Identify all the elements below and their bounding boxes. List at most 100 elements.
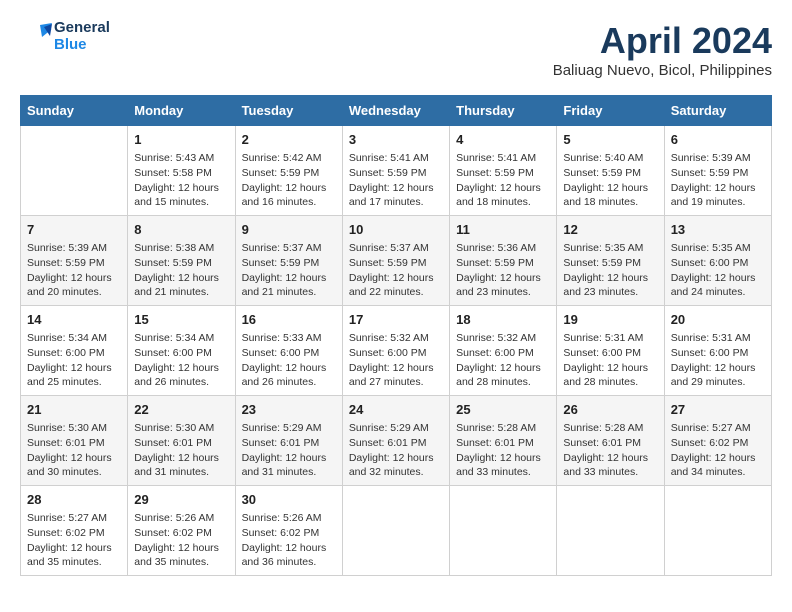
day-info: Sunrise: 5:30 AM Sunset: 6:01 PM Dayligh… <box>27 421 121 480</box>
cell-w5-d7 <box>664 486 771 576</box>
main-title: April 2024 <box>553 20 772 62</box>
calendar-table: Sunday Monday Tuesday Wednesday Thursday… <box>20 95 772 576</box>
cell-w1-d1 <box>21 126 128 216</box>
day-number: 1 <box>134 131 228 149</box>
cell-w2-d3: 9 Sunrise: 5:37 AM Sunset: 5:59 PM Daylig… <box>235 216 342 306</box>
cell-w4-d6: 26 Sunrise: 5:28 AM Sunset: 6:01 PM Dayli… <box>557 396 664 486</box>
cell-w1-d4: 3 Sunrise: 5:41 AM Sunset: 5:59 PM Daylig… <box>342 126 449 216</box>
cell-w4-d2: 22 Sunrise: 5:30 AM Sunset: 6:01 PM Dayli… <box>128 396 235 486</box>
cell-w5-d6 <box>557 486 664 576</box>
cell-w2-d7: 13 Sunrise: 5:35 AM Sunset: 6:00 PM Dayli… <box>664 216 771 306</box>
day-info: Sunrise: 5:33 AM Sunset: 6:00 PM Dayligh… <box>242 331 336 390</box>
day-info: Sunrise: 5:26 AM Sunset: 6:02 PM Dayligh… <box>134 511 228 570</box>
day-number: 3 <box>349 131 443 149</box>
cell-w4-d4: 24 Sunrise: 5:29 AM Sunset: 6:01 PM Dayli… <box>342 396 449 486</box>
day-number: 27 <box>671 401 765 419</box>
header-wednesday: Wednesday <box>342 96 449 126</box>
cell-w2-d4: 10Sunrise: 5:37 AM Sunset: 5:59 PM Dayli… <box>342 216 449 306</box>
header-saturday: Saturday <box>664 96 771 126</box>
day-info: Sunrise: 5:29 AM Sunset: 6:01 PM Dayligh… <box>349 421 443 480</box>
cell-w1-d5: 4 Sunrise: 5:41 AM Sunset: 5:59 PM Daylig… <box>450 126 557 216</box>
cell-w3-d3: 16 Sunrise: 5:33 AM Sunset: 6:00 PM Dayli… <box>235 306 342 396</box>
cell-w3-d6: 19 Sunrise: 5:31 AM Sunset: 6:00 PM Dayli… <box>557 306 664 396</box>
day-info: Sunrise: 5:32 AM Sunset: 6:00 PM Dayligh… <box>456 331 550 390</box>
day-info: Sunrise: 5:28 AM Sunset: 6:01 PM Dayligh… <box>456 421 550 480</box>
title-area: April 2024 Baliuag Nuevo, Bicol, Philipp… <box>553 20 772 79</box>
day-number: 24 <box>349 401 443 419</box>
cell-w5-d2: 29 Sunrise: 5:26 AM Sunset: 6:02 PM Dayli… <box>128 486 235 576</box>
day-info: Sunrise: 5:29 AM Sunset: 6:01 PM Dayligh… <box>242 421 336 480</box>
day-number: 28 <box>27 491 121 509</box>
day-info: Sunrise: 5:41 AM Sunset: 5:59 PM Dayligh… <box>456 151 550 210</box>
day-info: Sunrise: 5:35 AM Sunset: 5:59 PM Dayligh… <box>563 241 657 300</box>
day-number: 16 <box>242 311 336 329</box>
cell-w2-d2: 8Sunrise: 5:38 AM Sunset: 5:59 PM Daylig… <box>128 216 235 306</box>
cell-w4-d3: 23 Sunrise: 5:29 AM Sunset: 6:01 PM Dayli… <box>235 396 342 486</box>
day-number: 20 <box>671 311 765 329</box>
day-number: 30 <box>242 491 336 509</box>
day-number: 7 <box>27 221 121 239</box>
day-number: 5 <box>563 131 657 149</box>
day-number: 18 <box>456 311 550 329</box>
day-number: 22 <box>134 401 228 419</box>
day-number: 26 <box>563 401 657 419</box>
week-row-5: 28Sunrise: 5:27 AM Sunset: 6:02 PM Dayli… <box>21 486 772 576</box>
day-number: 29 <box>134 491 228 509</box>
cell-w2-d6: 12 Sunrise: 5:35 AM Sunset: 5:59 PM Dayli… <box>557 216 664 306</box>
day-info: Sunrise: 5:41 AM Sunset: 5:59 PM Dayligh… <box>349 151 443 210</box>
cell-w5-d1: 28Sunrise: 5:27 AM Sunset: 6:02 PM Dayli… <box>21 486 128 576</box>
cell-w4-d1: 21Sunrise: 5:30 AM Sunset: 6:01 PM Dayli… <box>21 396 128 486</box>
day-info: Sunrise: 5:32 AM Sunset: 6:00 PM Dayligh… <box>349 331 443 390</box>
day-number: 14 <box>27 311 121 329</box>
day-info: Sunrise: 5:37 AM Sunset: 5:59 PM Dayligh… <box>242 241 336 300</box>
week-row-4: 21Sunrise: 5:30 AM Sunset: 6:01 PM Dayli… <box>21 396 772 486</box>
day-info: Sunrise: 5:37 AM Sunset: 5:59 PM Dayligh… <box>349 241 443 300</box>
day-info: Sunrise: 5:31 AM Sunset: 6:00 PM Dayligh… <box>563 331 657 390</box>
subtitle: Baliuag Nuevo, Bicol, Philippines <box>553 62 772 79</box>
day-info: Sunrise: 5:39 AM Sunset: 5:59 PM Dayligh… <box>27 241 121 300</box>
cell-w2-d1: 7 Sunrise: 5:39 AM Sunset: 5:59 PM Daylig… <box>21 216 128 306</box>
cell-w5-d4 <box>342 486 449 576</box>
header-monday: Monday <box>128 96 235 126</box>
day-info: Sunrise: 5:27 AM Sunset: 6:02 PM Dayligh… <box>671 421 765 480</box>
header: General Blue April 2024 Baliuag Nuevo, B… <box>20 20 772 79</box>
cell-w3-d4: 17Sunrise: 5:32 AM Sunset: 6:00 PM Dayli… <box>342 306 449 396</box>
day-info: Sunrise: 5:34 AM Sunset: 6:00 PM Dayligh… <box>27 331 121 390</box>
day-number: 15 <box>134 311 228 329</box>
cell-w5-d3: 30Sunrise: 5:26 AM Sunset: 6:02 PM Dayli… <box>235 486 342 576</box>
cell-w4-d7: 27 Sunrise: 5:27 AM Sunset: 6:02 PM Dayli… <box>664 396 771 486</box>
cell-w1-d2: 1Sunrise: 5:43 AM Sunset: 5:58 PM Daylig… <box>128 126 235 216</box>
logo: General Blue <box>20 20 110 53</box>
day-info: Sunrise: 5:35 AM Sunset: 6:00 PM Dayligh… <box>671 241 765 300</box>
day-number: 19 <box>563 311 657 329</box>
day-info: Sunrise: 5:42 AM Sunset: 5:59 PM Dayligh… <box>242 151 336 210</box>
week-row-1: 1Sunrise: 5:43 AM Sunset: 5:58 PM Daylig… <box>21 126 772 216</box>
header-sunday: Sunday <box>21 96 128 126</box>
cell-w3-d2: 15 Sunrise: 5:34 AM Sunset: 6:00 PM Dayli… <box>128 306 235 396</box>
day-number: 8 <box>134 221 228 239</box>
cell-w5-d5 <box>450 486 557 576</box>
day-info: Sunrise: 5:30 AM Sunset: 6:01 PM Dayligh… <box>134 421 228 480</box>
day-number: 6 <box>671 131 765 149</box>
cell-w1-d7: 6 Sunrise: 5:39 AM Sunset: 5:59 PM Daylig… <box>664 126 771 216</box>
day-number: 4 <box>456 131 550 149</box>
day-number: 25 <box>456 401 550 419</box>
day-info: Sunrise: 5:40 AM Sunset: 5:59 PM Dayligh… <box>563 151 657 210</box>
day-number: 12 <box>563 221 657 239</box>
day-number: 9 <box>242 221 336 239</box>
week-row-3: 14 Sunrise: 5:34 AM Sunset: 6:00 PM Dayli… <box>21 306 772 396</box>
day-number: 13 <box>671 221 765 239</box>
header-thursday: Thursday <box>450 96 557 126</box>
day-info: Sunrise: 5:28 AM Sunset: 6:01 PM Dayligh… <box>563 421 657 480</box>
cell-w1-d6: 5 Sunrise: 5:40 AM Sunset: 5:59 PM Daylig… <box>557 126 664 216</box>
day-info: Sunrise: 5:39 AM Sunset: 5:59 PM Dayligh… <box>671 151 765 210</box>
day-info: Sunrise: 5:34 AM Sunset: 6:00 PM Dayligh… <box>134 331 228 390</box>
day-info: Sunrise: 5:31 AM Sunset: 6:00 PM Dayligh… <box>671 331 765 390</box>
cell-w3-d7: 20 Sunrise: 5:31 AM Sunset: 6:00 PM Dayli… <box>664 306 771 396</box>
cell-w3-d5: 18 Sunrise: 5:32 AM Sunset: 6:00 PM Dayli… <box>450 306 557 396</box>
day-info: Sunrise: 5:36 AM Sunset: 5:59 PM Dayligh… <box>456 241 550 300</box>
cell-w1-d3: 2Sunrise: 5:42 AM Sunset: 5:59 PM Daylig… <box>235 126 342 216</box>
week-row-2: 7 Sunrise: 5:39 AM Sunset: 5:59 PM Daylig… <box>21 216 772 306</box>
cell-w2-d5: 11Sunrise: 5:36 AM Sunset: 5:59 PM Dayli… <box>450 216 557 306</box>
day-number: 23 <box>242 401 336 419</box>
